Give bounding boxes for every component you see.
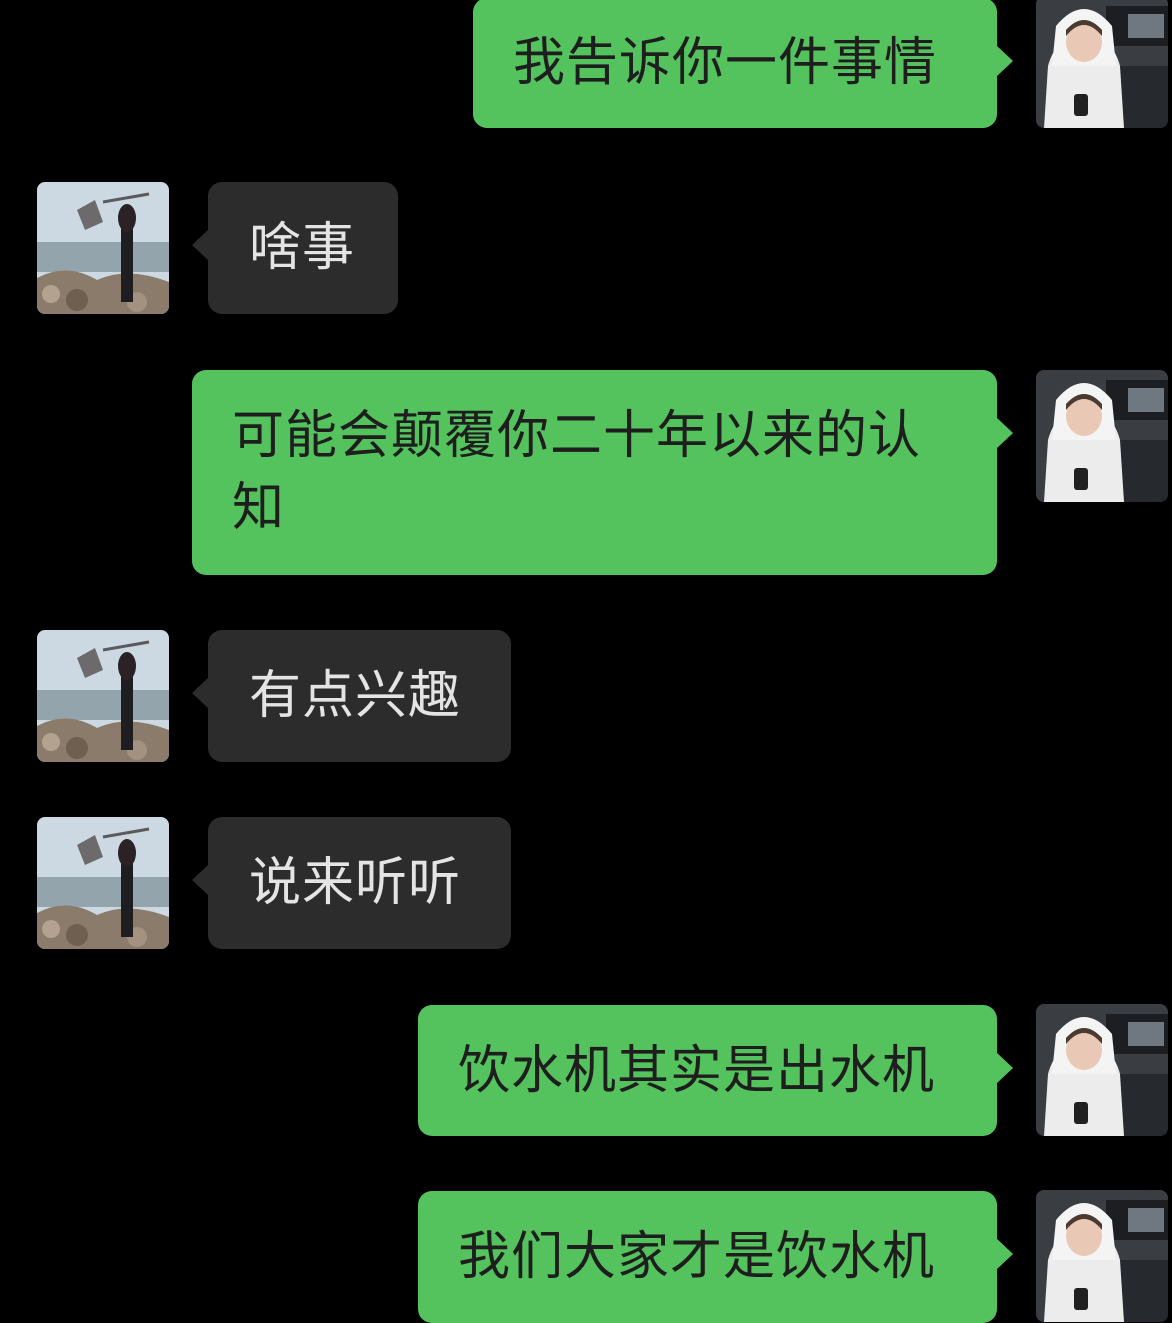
avatar-hooded-person-icon <box>1036 370 1168 502</box>
contact-avatar[interactable] <box>37 182 169 314</box>
avatar-seaside-photo-icon <box>37 630 169 762</box>
message-bubble-sent[interactable]: 可能会颠覆你二十年以来的认知 <box>192 370 1013 575</box>
avatar-seaside-photo-icon <box>37 817 169 949</box>
message-bubble-received[interactable]: 有点兴趣 <box>192 630 511 762</box>
bubble-tail <box>996 417 1013 449</box>
bubble-tail <box>192 864 209 896</box>
bubble-tail <box>996 1052 1013 1084</box>
message-bubble-sent[interactable]: 我们大家才是饮水机 <box>418 1191 1013 1323</box>
my-avatar[interactable] <box>1036 0 1168 128</box>
message-text: 有点兴趣 <box>249 666 462 726</box>
bubble-tail <box>192 677 209 709</box>
message-bubble-received[interactable]: 啥事 <box>192 182 398 314</box>
message-text: 我告诉你一件事情 <box>513 33 938 93</box>
avatar-seaside-photo-icon <box>37 182 169 314</box>
message-bubble-sent[interactable]: 饮水机其实是出水机 <box>418 1005 1013 1136</box>
message-text: 我们大家才是饮水机 <box>458 1227 936 1287</box>
my-avatar[interactable] <box>1036 1190 1168 1322</box>
message-bubble-sent[interactable]: 我告诉你一件事情 <box>473 0 1013 128</box>
message-bubble-received[interactable]: 说来听听 <box>192 817 511 949</box>
my-avatar[interactable] <box>1036 370 1168 502</box>
message-text: 可能会颠覆你二十年以来的认知 <box>232 406 922 538</box>
bubble-tail <box>996 1238 1013 1270</box>
message-text: 啥事 <box>249 218 356 278</box>
message-text: 饮水机其实是出水机 <box>458 1041 936 1101</box>
avatar-hooded-person-icon <box>1036 1004 1168 1136</box>
avatar-hooded-person-icon <box>1036 1190 1168 1322</box>
bubble-tail <box>192 229 209 261</box>
bubble-tail <box>996 45 1013 77</box>
my-avatar[interactable] <box>1036 1004 1168 1136</box>
message-text: 说来听听 <box>249 853 462 913</box>
contact-avatar[interactable] <box>37 630 169 762</box>
contact-avatar[interactable] <box>37 817 169 949</box>
avatar-hooded-person-icon <box>1036 0 1168 128</box>
